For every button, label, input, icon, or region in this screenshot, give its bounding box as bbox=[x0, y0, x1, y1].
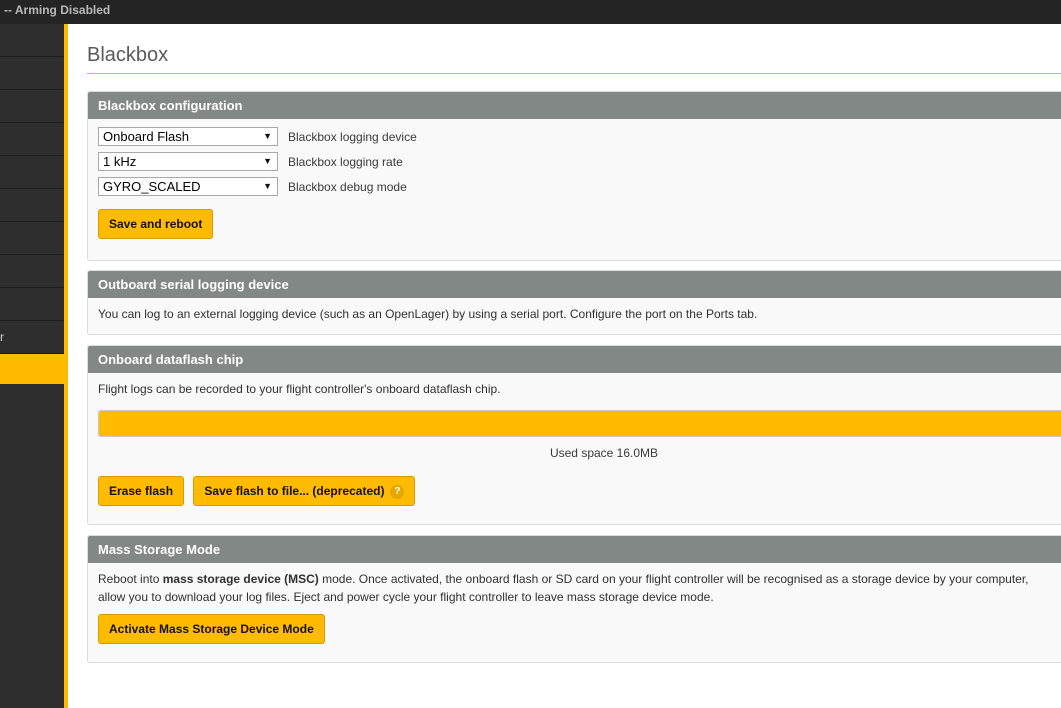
debug-mode-label: Blackbox debug mode bbox=[288, 179, 407, 194]
blackbox-config-panel: Blackbox configuration Onboard Flash ▼ B… bbox=[87, 91, 1061, 261]
logging-device-select[interactable]: Onboard Flash ▼ bbox=[98, 127, 278, 146]
sidebar-item-blackbox-active[interactable] bbox=[0, 354, 64, 384]
debug-mode-select[interactable]: GYRO_SCALED ▼ bbox=[98, 177, 278, 196]
logging-device-value: Onboard Flash bbox=[103, 129, 189, 144]
save-flash-to-file-button[interactable]: Save flash to file... (deprecated)? bbox=[193, 476, 416, 506]
logging-rate-value: 1 kHz bbox=[103, 154, 137, 169]
panel-header: Mass Storage Mode bbox=[88, 536, 1061, 563]
logging-rate-select[interactable]: 1 kHz ▼ bbox=[98, 152, 278, 171]
save-and-reboot-button[interactable]: Save and reboot bbox=[98, 209, 214, 239]
sidebar: r bbox=[0, 24, 64, 708]
page-title: Blackbox bbox=[87, 44, 169, 66]
erase-flash-button[interactable]: Erase flash bbox=[98, 476, 185, 506]
dropdown-caret-icon: ▼ bbox=[263, 181, 272, 191]
msc-description-line1: Reboot into mass storage device (MSC) mo… bbox=[98, 570, 1061, 588]
dropdown-caret-icon: ▼ bbox=[263, 156, 272, 166]
panel-header: Outboard serial logging device bbox=[88, 271, 1061, 298]
title-divider bbox=[87, 73, 1061, 74]
sidebar-item[interactable] bbox=[0, 189, 64, 222]
sidebar-item[interactable]: r bbox=[0, 321, 64, 354]
help-icon[interactable]: ? bbox=[390, 485, 405, 499]
msc-text-suffix: mode. Once activated, the onboard flash … bbox=[318, 572, 1029, 586]
activate-msc-button[interactable]: Activate Mass Storage Device Mode bbox=[98, 614, 325, 644]
logging-rate-label: Blackbox logging rate bbox=[288, 154, 403, 169]
top-status-bar: -- Arming Disabled bbox=[0, 0, 1061, 24]
msc-description-line2: allow you to download your log files. Ej… bbox=[98, 590, 714, 604]
sidebar-item[interactable] bbox=[0, 90, 64, 123]
sidebar-item[interactable] bbox=[0, 288, 64, 321]
outboard-serial-panel: Outboard serial logging device You can l… bbox=[87, 270, 1061, 335]
dropdown-caret-icon: ▼ bbox=[263, 131, 272, 141]
panel-header: Onboard dataflash chip bbox=[88, 346, 1061, 373]
serial-description: You can log to an external logging devic… bbox=[98, 307, 758, 321]
msc-text-bold: mass storage device (MSC) bbox=[162, 572, 319, 586]
sidebar-item[interactable] bbox=[0, 57, 64, 90]
sidebar-item[interactable] bbox=[0, 222, 64, 255]
main-content: Blackbox Blackbox configuration Onboard … bbox=[68, 24, 1061, 708]
used-space-label: Used space 16.0MB bbox=[549, 446, 659, 460]
panel-header: Blackbox configuration bbox=[88, 92, 1061, 119]
sidebar-item[interactable] bbox=[0, 24, 64, 57]
flash-usage-bar bbox=[98, 410, 1061, 437]
sidebar-item[interactable] bbox=[0, 255, 64, 288]
debug-mode-value: GYRO_SCALED bbox=[103, 179, 201, 194]
dataflash-description: Flight logs can be recorded to your flig… bbox=[98, 382, 501, 396]
mass-storage-panel: Mass Storage Mode Reboot into mass stora… bbox=[87, 535, 1061, 663]
sidebar-item[interactable] bbox=[0, 156, 64, 189]
arming-status-text: -- Arming Disabled bbox=[4, 3, 111, 17]
msc-text-prefix: Reboot into bbox=[98, 572, 163, 586]
sidebar-item[interactable] bbox=[0, 123, 64, 156]
logging-device-label: Blackbox logging device bbox=[288, 129, 417, 144]
save-flash-label: Save flash to file... (deprecated) bbox=[204, 484, 385, 498]
onboard-dataflash-panel: Onboard dataflash chip Flight logs can b… bbox=[87, 345, 1061, 525]
